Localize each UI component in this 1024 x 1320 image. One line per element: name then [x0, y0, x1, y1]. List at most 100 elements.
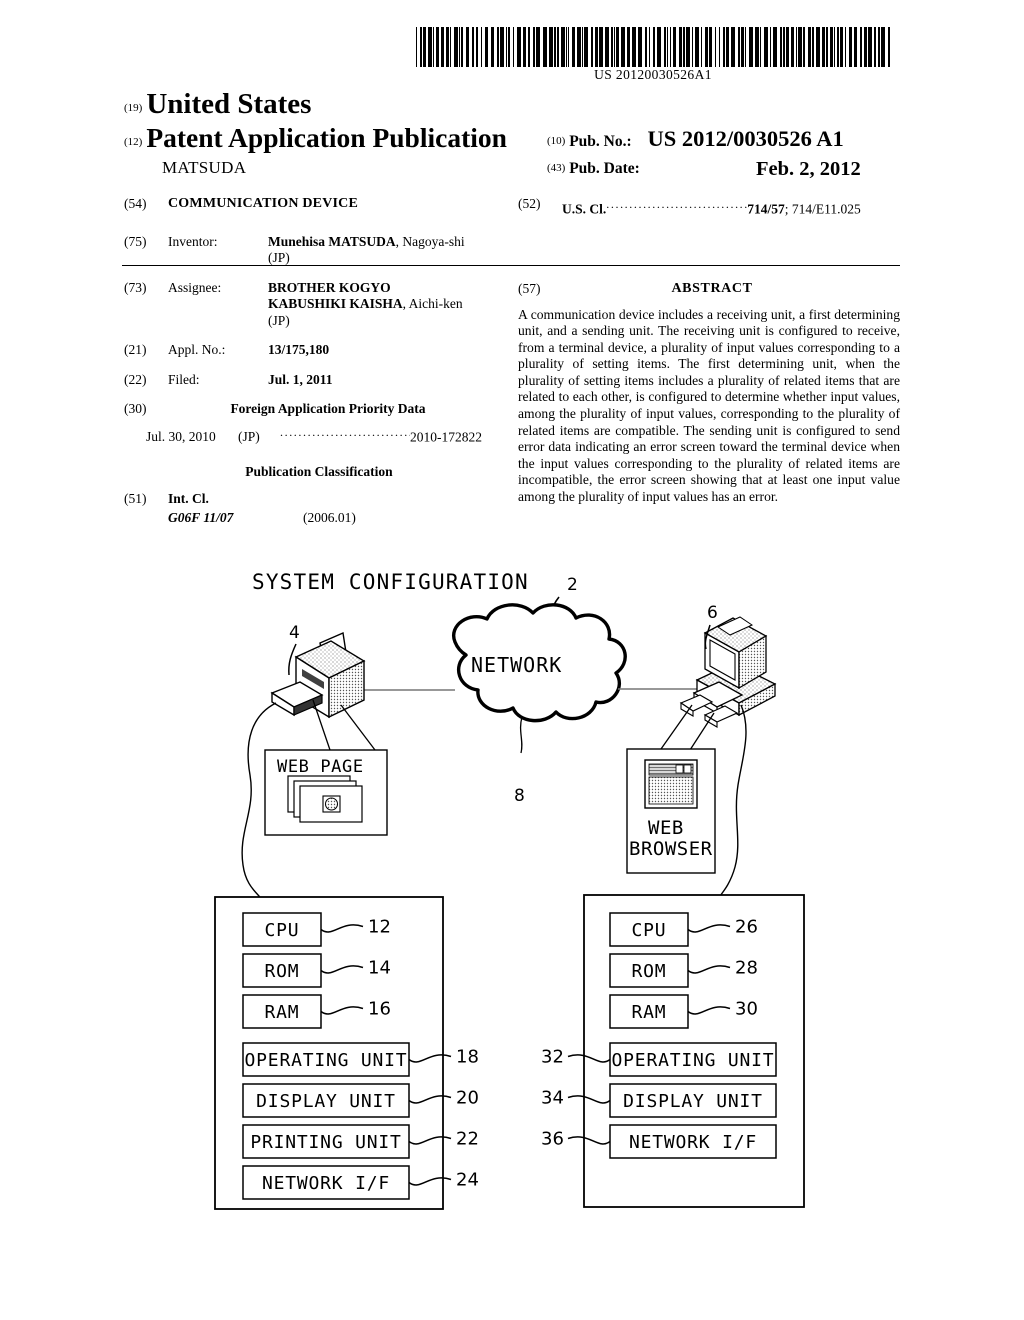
priority-dot-leader: ..................................	[280, 424, 410, 439]
field-filed: (22) Filed: Jul. 1, 2011	[124, 372, 509, 389]
component-label: RAM	[265, 1002, 300, 1023]
field-code-54: (54)	[124, 196, 147, 211]
web-page-label: WEB PAGE	[277, 757, 364, 777]
web-browser-label-1: WEB	[648, 817, 684, 839]
assignee-country: (JP)	[268, 312, 290, 328]
pub-date-line: (43) Pub. Date: Feb. 2, 2012	[547, 158, 861, 180]
field-code-57: (57)	[518, 281, 541, 296]
filed-label: Filed:	[168, 371, 200, 387]
field-foreign-priority: (30) Foreign Application Priority Data	[124, 401, 509, 418]
printer-icon	[270, 631, 366, 719]
component-ref-number: 18	[456, 1047, 479, 1068]
field-title: (54) COMMUNICATION DEVICE	[124, 196, 509, 213]
component-label: DISPLAY UNIT	[256, 1091, 396, 1112]
component-ref-number: 22	[456, 1129, 479, 1150]
field-assignee: (73) Assignee: BROTHER KOGYO KABUSHIKI K…	[124, 280, 509, 330]
abstract-text: A communication device includes a receiv…	[518, 306, 900, 505]
appl-no-label: Appl. No.:	[168, 342, 226, 357]
inventor-name: Munehisa MATSUDA	[268, 233, 396, 249]
code-19: (19)	[124, 102, 143, 114]
code-10: (10)	[547, 135, 566, 147]
inventor-label: Inventor:	[168, 233, 218, 249]
pub-number-value: US 2012/0030526 A1	[647, 126, 844, 151]
country-line: (19) United States	[124, 88, 311, 121]
field-appl-no: (21) Appl. No.: 13/175,180	[124, 342, 509, 359]
int-cl-code: G06F 11/07	[168, 509, 234, 525]
barcode-number: US 20120030526A1	[594, 67, 712, 82]
field-int-cl: (51) Int. Cl. G06F 11/07 (2006.01)	[124, 491, 509, 526]
component-label: CPU	[632, 920, 667, 941]
bibliographic-right-column: (52) U.S. Cl............................…	[518, 196, 900, 506]
component-label: PRINTING UNIT	[250, 1132, 401, 1153]
us-cl-value: U.S. Cl.................................…	[562, 196, 900, 218]
field-us-cl: (52) U.S. Cl............................…	[518, 196, 900, 218]
priority-number: 2010-172822	[410, 429, 482, 444]
int-cl-label: Int. Cl.	[168, 491, 209, 506]
appl-no-value: 13/175,180	[268, 342, 330, 357]
network-ref-label: 8	[514, 786, 525, 806]
component-label: CPU	[265, 920, 300, 941]
field-code-22: (22)	[124, 371, 147, 387]
publication-classification-heading: Publication Classification	[245, 463, 393, 479]
component-ref-number: 26	[735, 917, 758, 938]
component-label: NETWORK I/F	[629, 1132, 757, 1153]
component-ref-number: 32	[541, 1047, 564, 1068]
pc-to-block-leader	[716, 704, 747, 901]
component-label: RAM	[632, 1002, 667, 1023]
doc-type: Patent Application Publication	[146, 122, 507, 153]
component-ref-number: 34	[541, 1088, 564, 1109]
us-cl-primary: 714/57	[747, 201, 785, 217]
assignee-line2: KABUSHIKI KAISHA	[268, 296, 403, 311]
web-browser-label-2: BROWSER	[629, 838, 713, 860]
foreign-priority-heading: Foreign Application Priority Data	[230, 401, 426, 416]
field-code-30: (30)	[124, 401, 147, 416]
component-ref-number: 36	[541, 1129, 564, 1150]
field-code-75: (75)	[124, 233, 147, 249]
us-cl-secondary: ; 714/E11.025	[784, 201, 861, 217]
browser-window-icon	[644, 759, 698, 809]
network-label: NETWORK	[471, 653, 562, 677]
inventor-country: (JP)	[268, 250, 290, 265]
field-inventor: (75) Inventor: Munehisa MATSUDA, Nagoya-…	[124, 234, 509, 267]
us-cl-label: U.S. Cl.	[562, 201, 607, 217]
field-code-51: (51)	[124, 491, 147, 506]
component-ref-number: 28	[735, 958, 758, 979]
filed-value: Jul. 1, 2011	[268, 371, 333, 387]
inventor-value: Munehisa MATSUDA, Nagoya-shi (JP)	[268, 234, 509, 267]
printer-ref-label: 4	[289, 623, 300, 643]
assignee-region: , Aichi-ken	[402, 296, 463, 311]
barcode-bars	[414, 27, 892, 67]
barcode-block: US 20120030526A1	[414, 27, 892, 82]
pub-number-label: Pub. No.:	[569, 133, 632, 150]
int-cl-detail: G06F 11/07 (2006.01)	[168, 510, 509, 527]
component-label: NETWORK I/F	[262, 1173, 390, 1194]
component-label: ROM	[632, 961, 667, 982]
component-ref-number: 12	[368, 917, 391, 938]
field-code-73: (73)	[124, 279, 147, 295]
figure-title: SYSTEM CONFIGURATION	[252, 570, 529, 594]
inventor-city: , Nagoya-shi	[395, 233, 465, 249]
component-label: ROM	[265, 961, 300, 982]
component-label: OPERATING UNIT	[612, 1050, 775, 1071]
assignee-line1: BROTHER KOGYO	[268, 279, 391, 295]
component-ref-number: 20	[456, 1088, 479, 1109]
us-cl-dot-leader: ...................................	[606, 197, 747, 211]
pub-date-value: Feb. 2, 2012	[756, 158, 861, 180]
field-code-21: (21)	[124, 342, 147, 357]
system-ref-label: 2	[567, 575, 578, 595]
int-cl-value: Int. Cl. G06F 11/07 (2006.01)	[168, 491, 509, 526]
assignee-label: Assignee:	[168, 279, 222, 295]
invention-title: COMMUNICATION DEVICE	[168, 196, 359, 211]
web-page-stack-icon	[287, 775, 363, 823]
pub-number-line: (10) Pub. No.: US 2012/0030526 A1	[547, 126, 844, 152]
component-ref-number: 14	[368, 958, 391, 979]
component-label: DISPLAY UNIT	[623, 1091, 763, 1112]
system-configuration-figure: SYSTEM CONFIGURATION 2 NETWORK 8 4 WEB P…	[0, 545, 1024, 1245]
component-label: OPERATING UNIT	[245, 1050, 408, 1071]
component-ref-number: 16	[368, 999, 391, 1020]
priority-data-line: Jul. 30, 2010 (JP).......................…	[146, 424, 509, 446]
bibliographic-left-column: (54) COMMUNICATION DEVICE (75) Inventor:…	[124, 196, 509, 539]
pub-date-label: Pub. Date:	[569, 160, 640, 177]
priority-country: (JP)	[238, 429, 260, 444]
component-ref-number: 30	[735, 999, 758, 1020]
